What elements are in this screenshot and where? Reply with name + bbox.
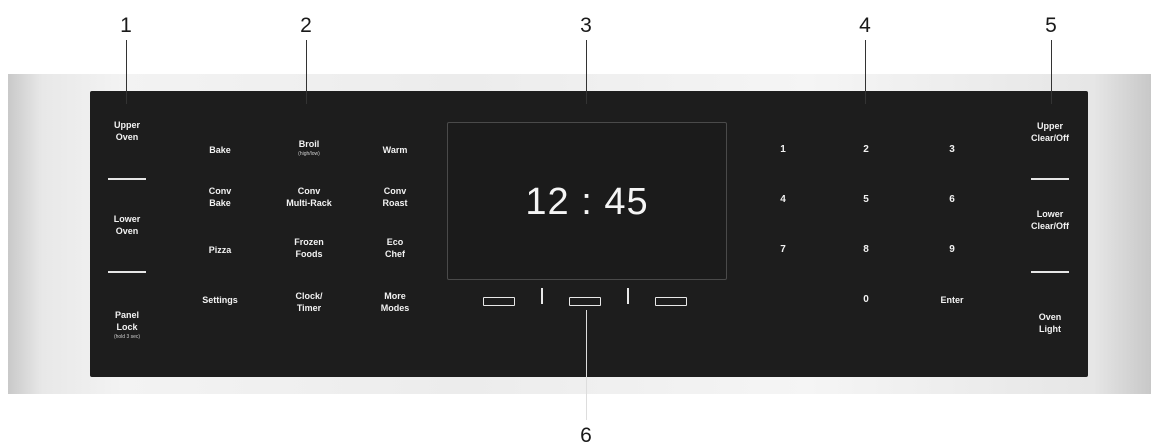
conv-multi-rack-label-1: Conv bbox=[297, 186, 321, 196]
left-divider-2 bbox=[108, 271, 146, 273]
lower-clear-off-button[interactable]: Lower Clear/Off bbox=[1031, 208, 1069, 232]
clock-display: 12 : 45 bbox=[525, 181, 649, 223]
leader-line-1 bbox=[126, 40, 127, 104]
clock-timer-button[interactable]: Clock/ Timer bbox=[295, 290, 322, 314]
settings-label: Settings bbox=[202, 295, 238, 305]
warm-label: Warm bbox=[382, 145, 408, 155]
conv-roast-label-1: Conv bbox=[383, 186, 407, 196]
soft-key-center[interactable] bbox=[569, 297, 601, 306]
conv-bake-button[interactable]: Conv Bake bbox=[209, 185, 232, 209]
pizza-label: Pizza bbox=[208, 245, 232, 255]
eco-chef-label-2: Chef bbox=[385, 249, 405, 259]
more-modes-label-1: More bbox=[384, 291, 406, 301]
upper-oven-label-2: Oven bbox=[115, 132, 139, 142]
settings-button[interactable]: Settings bbox=[202, 294, 238, 306]
key-2[interactable]: 2 bbox=[863, 144, 869, 156]
upper-clear-label-1: Upper bbox=[1036, 121, 1064, 131]
callout-2: 2 bbox=[300, 14, 312, 37]
conv-roast-label-2: Roast bbox=[382, 198, 408, 208]
more-modes-button[interactable]: More Modes bbox=[381, 290, 410, 314]
key-0[interactable]: 0 bbox=[863, 294, 869, 306]
conv-bake-label-1: Conv bbox=[208, 186, 232, 196]
clock-timer-label-2: Timer bbox=[296, 303, 322, 313]
upper-clear-off-button[interactable]: Upper Clear/Off bbox=[1031, 120, 1069, 144]
lower-oven-label-1: Lower bbox=[113, 214, 141, 224]
soft-key-divider-2 bbox=[627, 288, 629, 304]
bake-button[interactable]: Bake bbox=[209, 144, 231, 156]
frozen-foods-label-2: Foods bbox=[295, 249, 323, 259]
leader-line-2 bbox=[306, 40, 307, 104]
broil-button[interactable]: Broil (high/low) bbox=[298, 138, 320, 158]
leader-line-3 bbox=[586, 40, 587, 104]
conv-bake-label-2: Bake bbox=[209, 198, 231, 208]
callout-5: 5 bbox=[1045, 14, 1057, 37]
upper-oven-button[interactable]: Upper Oven bbox=[114, 119, 140, 143]
soft-key-right[interactable] bbox=[655, 297, 687, 306]
key-3[interactable]: 3 bbox=[949, 144, 955, 156]
callout-4: 4 bbox=[859, 14, 871, 37]
oven-light-label-1: Oven bbox=[1038, 312, 1062, 322]
leader-line-6 bbox=[586, 310, 587, 420]
lower-oven-button[interactable]: Lower Oven bbox=[114, 213, 141, 237]
callout-3: 3 bbox=[580, 14, 592, 37]
upper-oven-label-1: Upper bbox=[113, 120, 141, 130]
soft-key-divider-1 bbox=[541, 288, 543, 304]
oven-light-label-2: Light bbox=[1038, 324, 1061, 334]
lower-clear-label-1: Lower bbox=[1036, 209, 1064, 219]
eco-chef-button[interactable]: Eco Chef bbox=[385, 236, 405, 260]
left-divider-1 bbox=[108, 178, 146, 180]
panel-lock-note: (hold 3 sec) bbox=[113, 334, 141, 340]
conv-roast-button[interactable]: Conv Roast bbox=[382, 185, 407, 209]
eco-chef-label-1: Eco bbox=[386, 237, 404, 247]
lower-clear-label-2: Clear/Off bbox=[1030, 221, 1070, 231]
broil-note: (high/low) bbox=[298, 151, 320, 157]
lower-oven-label-2: Oven bbox=[115, 226, 139, 236]
bake-label: Bake bbox=[209, 145, 231, 155]
key-7[interactable]: 7 bbox=[780, 244, 786, 256]
right-divider-2 bbox=[1031, 271, 1069, 273]
key-9[interactable]: 9 bbox=[949, 244, 955, 256]
broil-label: Broil bbox=[298, 139, 320, 149]
warm-button[interactable]: Warm bbox=[383, 144, 408, 156]
panel-lock-label-1: Panel bbox=[114, 310, 139, 320]
display-screen: 12 : 45 bbox=[447, 122, 727, 280]
frozen-foods-button[interactable]: Frozen Foods bbox=[294, 236, 324, 260]
clock-timer-label-1: Clock/ bbox=[295, 291, 323, 301]
panel-lock-button[interactable]: Panel Lock (hold 3 sec) bbox=[114, 309, 140, 341]
upper-clear-label-2: Clear/Off bbox=[1030, 133, 1070, 143]
enter-button[interactable]: Enter bbox=[940, 294, 963, 306]
oven-light-button[interactable]: Oven Light bbox=[1039, 311, 1062, 335]
panel-lock-label-2: Lock bbox=[116, 322, 138, 332]
right-divider-1 bbox=[1031, 178, 1069, 180]
key-4[interactable]: 4 bbox=[780, 194, 786, 206]
soft-key-left[interactable] bbox=[483, 297, 515, 306]
leader-line-5 bbox=[1051, 40, 1052, 104]
frozen-foods-label-1: Frozen bbox=[294, 237, 324, 247]
callout-6: 6 bbox=[580, 424, 592, 447]
pizza-button[interactable]: Pizza bbox=[209, 244, 232, 256]
conv-multi-rack-label-2: Multi-Rack bbox=[286, 198, 332, 208]
key-8[interactable]: 8 bbox=[863, 244, 869, 256]
more-modes-label-2: Modes bbox=[380, 303, 410, 313]
leader-line-4 bbox=[865, 40, 866, 104]
key-1[interactable]: 1 bbox=[780, 144, 786, 156]
key-6[interactable]: 6 bbox=[949, 194, 955, 206]
conv-multi-rack-button[interactable]: Conv Multi-Rack bbox=[286, 185, 332, 209]
control-panel: Upper Oven Lower Oven Panel Lock (hold 3… bbox=[90, 91, 1088, 377]
callout-1: 1 bbox=[120, 14, 132, 37]
key-5[interactable]: 5 bbox=[863, 194, 869, 206]
